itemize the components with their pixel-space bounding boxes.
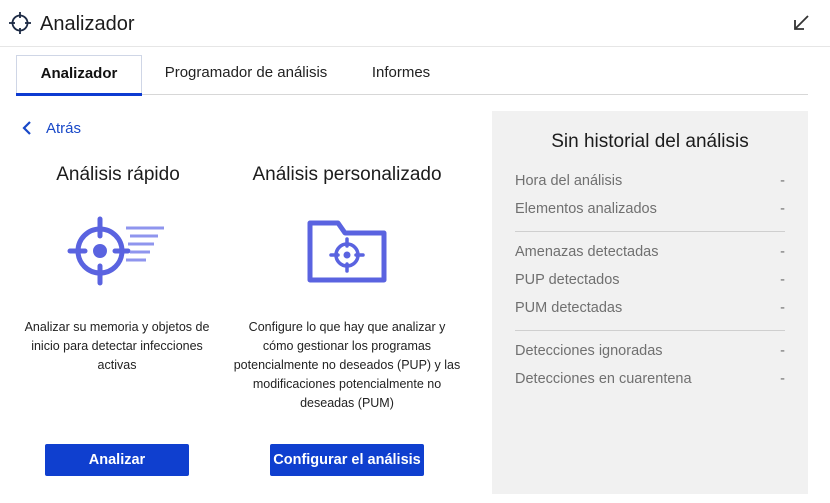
back-label: Atrás <box>46 119 82 137</box>
history-value: - <box>780 371 785 387</box>
arrow-down-left-icon[interactable] <box>790 12 812 34</box>
tab-analizador[interactable]: Analizador <box>16 55 142 96</box>
history-label: Hora del análisis <box>515 173 623 189</box>
analyze-button[interactable]: Analizar <box>45 444 189 476</box>
history-title: Sin historial del análisis <box>551 131 749 152</box>
history-divider <box>515 231 785 232</box>
tab-programador[interactable]: Programador de análisis <box>164 55 328 95</box>
chevron-left-icon <box>22 121 31 135</box>
tab-bar: Analizador Programador de análisis Infor… <box>16 55 808 96</box>
history-row-pup: PUP detectados - <box>515 272 785 292</box>
crosshair-scan-icon <box>67 216 164 286</box>
history-label: Elementos analizados <box>515 201 657 217</box>
history-value: - <box>780 300 785 316</box>
history-value: - <box>780 343 785 359</box>
tab-informes[interactable]: Informes <box>360 55 442 95</box>
history-row-quarantine: Detecciones en cuarentena - <box>515 371 785 391</box>
history-row-scan-time: Hora del análisis - <box>515 173 785 193</box>
history-row-ignored: Detecciones ignoradas - <box>515 343 785 363</box>
back-link[interactable]: Atrás <box>20 117 81 139</box>
history-value: - <box>780 244 785 260</box>
custom-scan-description: Configure lo que hay que analizar y cómo… <box>233 320 461 410</box>
folder-crosshair-icon <box>307 220 387 283</box>
history-value: - <box>780 173 785 189</box>
history-divider <box>515 330 785 331</box>
quick-scan-description: Analizar su memoria y objetos de inicio … <box>24 320 210 372</box>
scan-history-panel: Sin historial del análisis Hora del anál… <box>492 111 808 494</box>
history-value: - <box>780 272 785 288</box>
history-label: PUM detectadas <box>515 300 623 316</box>
history-label: Detecciones ignoradas <box>515 343 663 359</box>
history-row-items-scanned: Elementos analizados - <box>515 201 785 221</box>
title-bar: Analizador <box>0 0 830 47</box>
history-label: Detecciones en cuarentena <box>515 371 692 387</box>
history-label: PUP detectados <box>515 272 620 288</box>
custom-scan-title: Análisis personalizado <box>252 164 442 185</box>
history-value: - <box>780 201 785 217</box>
crosshair-icon <box>9 12 31 34</box>
quick-scan-title: Análisis rápido <box>56 164 180 185</box>
history-row-pum: PUM detectadas - <box>515 300 785 320</box>
history-label: Amenazas detectadas <box>515 244 659 260</box>
window-title: Analizador <box>40 13 135 35</box>
configure-scan-button[interactable]: Configurar el análisis <box>270 444 424 476</box>
history-row-threats: Amenazas detectadas - <box>515 244 785 264</box>
